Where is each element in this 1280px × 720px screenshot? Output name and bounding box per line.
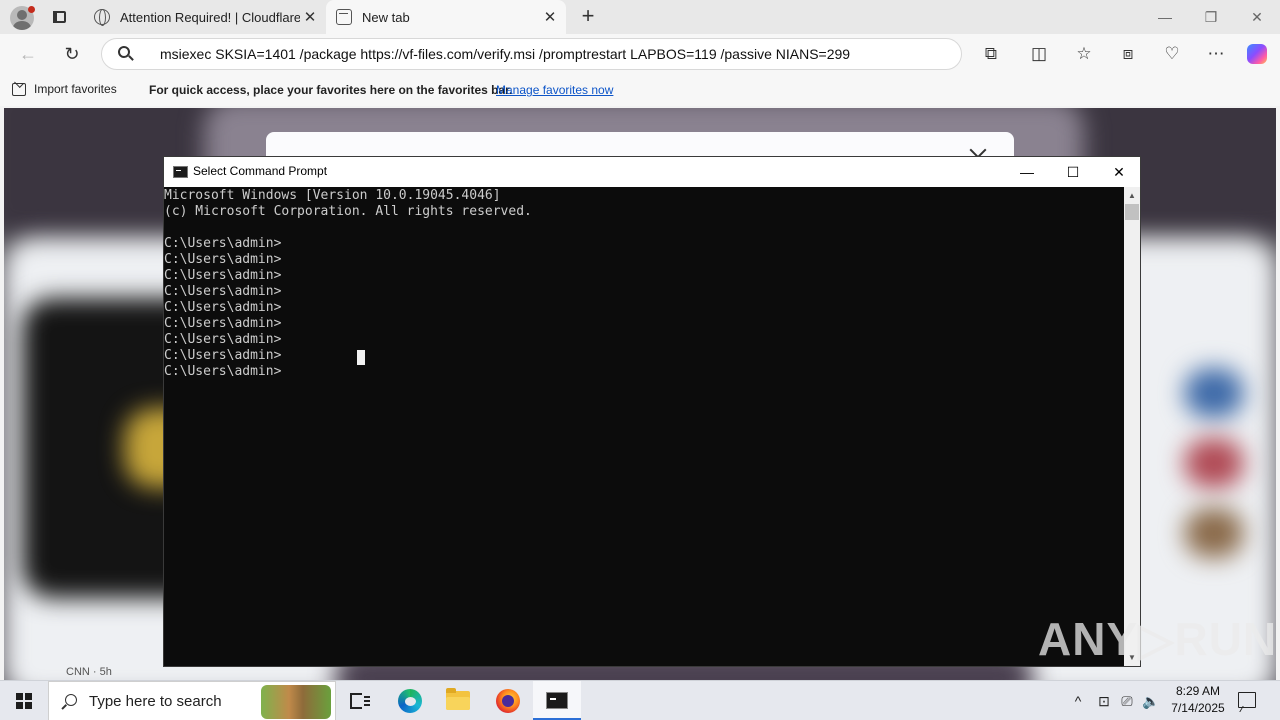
cmd-minimize-button[interactable]: — [1004, 157, 1050, 187]
command-prompt-window[interactable]: Select Command Prompt — ☐ ✕ Microsoft Wi… [163, 156, 1141, 667]
tab-close-icon[interactable]: ✕ [300, 8, 320, 26]
more-options-icon[interactable]: ⋯ [1206, 44, 1226, 64]
console-line: (c) Microsoft Corporation. All rights re… [164, 204, 532, 219]
import-favorites-button[interactable]: Import favorites [12, 82, 117, 96]
feed-source-label: CNN · 5h [66, 666, 112, 678]
tab-label: New tab [362, 9, 410, 25]
console-line: C:\Users\admin> [164, 300, 282, 315]
browser-restore-button[interactable]: ❐ [1188, 0, 1234, 34]
cmd-title-bar[interactable]: Select Command Prompt — ☐ ✕ [164, 157, 1140, 187]
address-bar[interactable]: msiexec SKSIA=1401 /package https://vf-f… [101, 38, 962, 70]
console-line: Microsoft Windows [Version 10.0.19045.40… [164, 188, 501, 203]
chevron-up-icon[interactable]: ^ [1068, 681, 1088, 720]
split-screen-icon[interactable]: ◫ [1029, 44, 1049, 64]
windows-taskbar: Type here to search ^ ⊡ ⎚ 🔈 8:29 AM 7/14… [0, 680, 1280, 720]
console-line: C:\Users\admin> [164, 236, 282, 251]
volume-icon[interactable]: 🔈 [1140, 681, 1162, 720]
tab-actions-icon[interactable] [50, 8, 70, 26]
taskbar-firefox-button[interactable] [484, 681, 532, 720]
console-line: C:\Users\admin> [164, 252, 282, 267]
favorites-bar: Import favorites For quick access, place… [0, 74, 1280, 106]
cmd-close-button[interactable]: ✕ [1096, 157, 1142, 187]
command-prompt-icon [546, 692, 568, 709]
search-icon [61, 694, 78, 710]
console-line: C:\Users\admin> [164, 284, 282, 299]
ethernet-icon[interactable]: ⎚ [1116, 681, 1138, 720]
search-icon [118, 46, 134, 62]
cmd-console-output[interactable]: Microsoft Windows [Version 10.0.19045.40… [164, 187, 1124, 666]
favorites-star-icon[interactable]: ☆ [1074, 44, 1094, 64]
console-line: C:\Users\admin> [164, 316, 282, 331]
console-line: C:\Users\admin> [164, 332, 282, 347]
tab-close-icon[interactable]: ✕ [540, 8, 560, 26]
edge-icon [398, 689, 422, 713]
console-line: C:\Users\admin> [164, 348, 282, 363]
globe-icon [94, 9, 110, 26]
taskbar-clock[interactable]: 8:29 AM 7/14/2025 [1162, 683, 1234, 717]
clock-time: 8:29 AM [1175, 684, 1221, 698]
taskbar-search-box[interactable]: Type here to search [48, 681, 336, 720]
extensions-icon[interactable]: ⧉ [981, 44, 1001, 64]
notification-center-icon[interactable] [1238, 692, 1256, 708]
profile-notification-dot [28, 6, 35, 13]
task-view-icon [350, 693, 370, 709]
text-cursor [357, 350, 365, 365]
taskbar-cmd-button[interactable] [533, 681, 581, 720]
side-thumb-blur-1 [1184, 368, 1244, 418]
anyrun-watermark: ANY▷RUN [1038, 613, 1278, 665]
back-arrow-icon[interactable]: ← [16, 42, 40, 66]
network-adapter-icon[interactable]: ⊡ [1094, 681, 1114, 720]
search-highlight-image[interactable] [261, 685, 331, 719]
console-line: C:\Users\admin> [164, 268, 282, 283]
browser-toolbar: ← ↻ msiexec SKSIA=1401 /package https://… [0, 34, 1280, 74]
new-tab-button[interactable]: + [576, 4, 600, 28]
start-button[interactable] [0, 681, 48, 720]
cmd-window-title: Select Command Prompt [193, 164, 328, 178]
clock-date: 7/14/2025 [1171, 701, 1225, 715]
browser-essentials-icon[interactable]: ♡ [1162, 44, 1182, 64]
tab-label: Attention Required! | Cloudflare [120, 9, 300, 25]
import-favorites-label: Import favorites [34, 82, 117, 96]
scroll-thumb[interactable] [1125, 204, 1139, 220]
scroll-up-arrow-icon[interactable]: ▲ [1124, 187, 1140, 204]
taskbar-edge-button[interactable] [386, 681, 434, 720]
collections-icon[interactable]: ⧈ [1118, 44, 1138, 64]
browser-tab-strip: Attention Required! | Cloudflare ✕ New t… [0, 0, 1280, 34]
side-thumb-blur-3 [1184, 508, 1244, 558]
browser-close-button[interactable]: ✕ [1234, 0, 1280, 34]
manage-favorites-link[interactable]: Manage favorites now [496, 83, 613, 97]
favorites-bar-message: For quick access, place your favorites h… [149, 83, 513, 97]
firefox-icon [496, 689, 520, 713]
copilot-icon[interactable] [1247, 44, 1267, 64]
side-thumb-blur-2 [1184, 438, 1244, 488]
new-tab-page-icon [336, 9, 352, 25]
address-bar-text[interactable]: msiexec SKSIA=1401 /package https://vf-f… [160, 46, 850, 62]
browser-minimize-button[interactable]: — [1142, 0, 1188, 34]
console-line: C:\Users\admin> [164, 364, 282, 379]
taskbar-search-placeholder[interactable]: Type here to search [89, 693, 222, 710]
cmd-scrollbar[interactable]: ▲ ▼ [1124, 187, 1140, 666]
cmd-maximize-button[interactable]: ☐ [1050, 157, 1096, 187]
tab-cloudflare[interactable]: Attention Required! | Cloudflare ✕ [84, 0, 326, 34]
windows-logo-icon [16, 693, 32, 709]
refresh-icon[interactable]: ↻ [60, 42, 84, 66]
file-explorer-icon [446, 688, 470, 710]
taskbar-file-explorer-button[interactable] [434, 681, 482, 720]
command-prompt-icon [173, 166, 188, 178]
task-view-button[interactable] [336, 681, 384, 720]
import-icon [12, 82, 26, 96]
tab-new-tab[interactable]: New tab ✕ [326, 0, 566, 34]
